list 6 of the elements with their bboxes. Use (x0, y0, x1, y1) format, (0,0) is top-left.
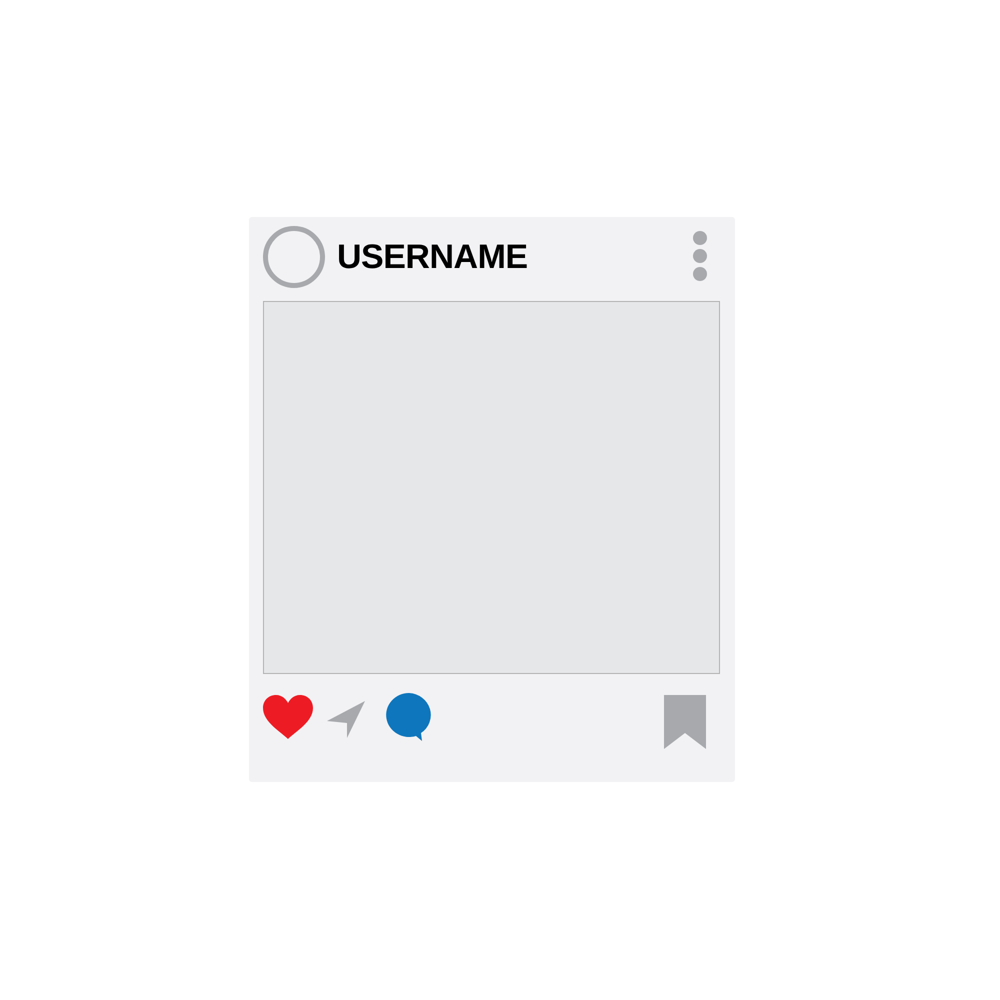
comment-button[interactable] (386, 693, 432, 744)
like-button[interactable] (263, 695, 313, 742)
avatar (263, 226, 325, 288)
username: USERNAME (337, 238, 529, 276)
more-button[interactable] (693, 230, 707, 284)
bookmark-button[interactable] (664, 695, 706, 752)
